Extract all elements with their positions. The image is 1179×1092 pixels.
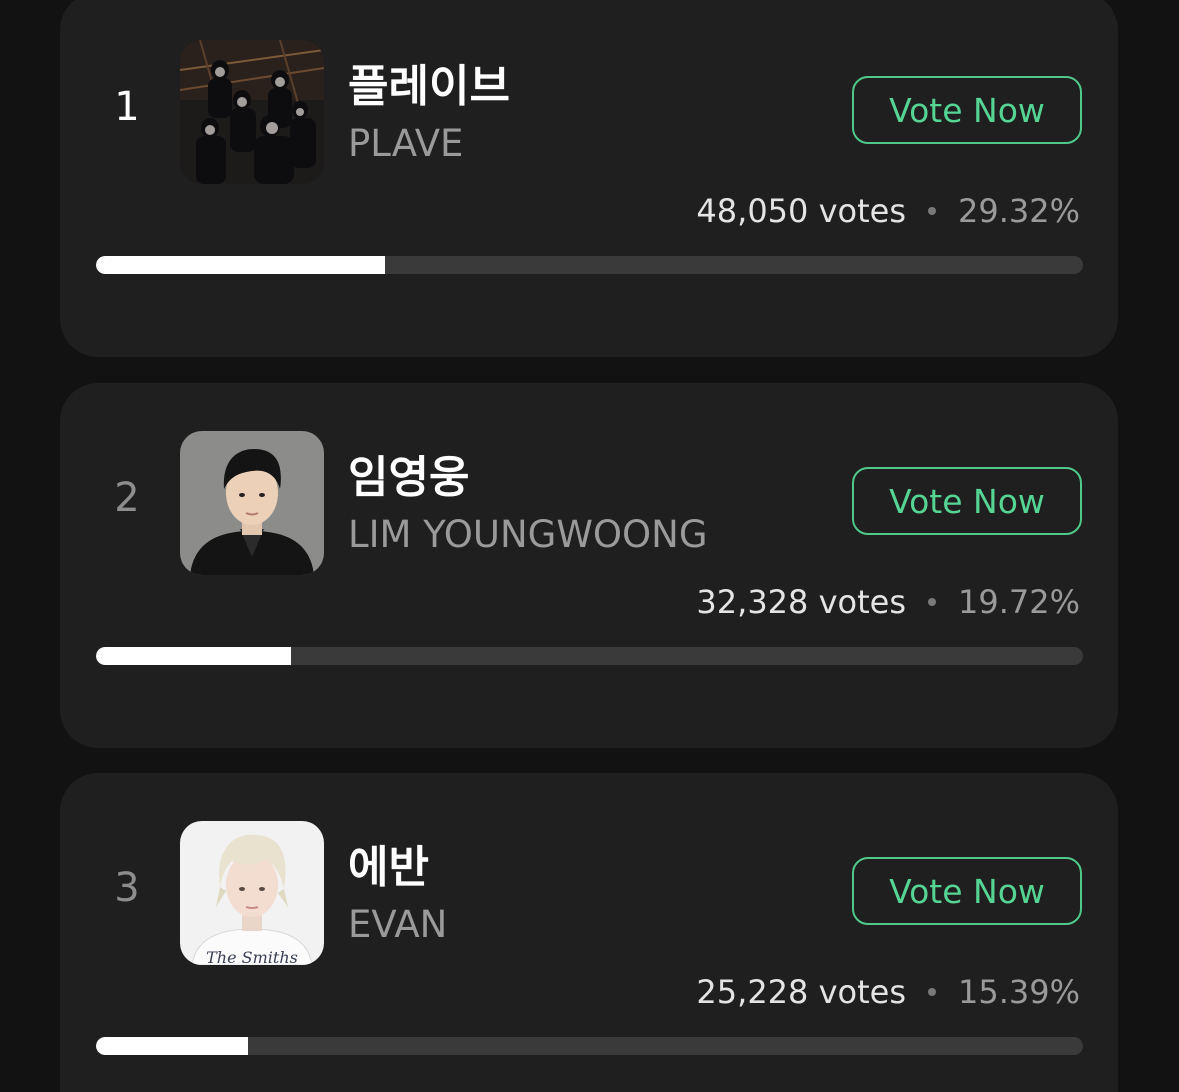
artist-photo bbox=[180, 40, 324, 184]
group-photo-image bbox=[180, 40, 324, 184]
vote-count: 48,050 votes bbox=[696, 192, 906, 230]
artist-name-english: PLAVE bbox=[348, 122, 464, 165]
vote-stats: 25,228 votes 15.39% bbox=[696, 973, 1080, 1011]
portrait-photo-image: The Smiths bbox=[180, 821, 324, 965]
artist-name-korean: 에반 bbox=[348, 842, 429, 893]
vote-progress-fill bbox=[96, 647, 291, 665]
vote-percentage: 19.72% bbox=[957, 583, 1080, 621]
vote-progress-bar bbox=[96, 256, 1083, 274]
ranking-list: 1 플레이브 PLAVE Vote Now 48,050 votes 29.32… bbox=[0, 0, 1179, 1092]
artist-name-korean: 플레이브 bbox=[348, 61, 510, 112]
ranking-card: 2 임영웅 LIM YOUNGWOONG Vote Now 32,328 vot… bbox=[60, 383, 1118, 748]
portrait-photo-image bbox=[180, 431, 324, 575]
vote-progress-fill bbox=[96, 1037, 248, 1055]
artist-name-english: EVAN bbox=[348, 903, 448, 946]
vote-stats: 48,050 votes 29.32% bbox=[696, 192, 1080, 230]
artist-name-english: LIM YOUNGWOONG bbox=[348, 513, 708, 556]
vote-stats: 32,328 votes 19.72% bbox=[696, 583, 1080, 621]
vote-percentage: 15.39% bbox=[957, 973, 1080, 1011]
rank-number: 2 bbox=[114, 475, 140, 521]
separator-dot bbox=[927, 207, 936, 215]
artist-photo bbox=[180, 431, 324, 575]
separator-dot bbox=[927, 988, 936, 996]
ranking-card: 3 The Smiths 에반 EVAN Vote Now 25,228 vot… bbox=[60, 773, 1118, 1092]
rank-number: 1 bbox=[114, 84, 140, 130]
artist-name-korean: 임영웅 bbox=[348, 452, 470, 503]
separator-dot bbox=[927, 598, 936, 606]
vote-count: 25,228 votes bbox=[696, 973, 906, 1011]
shirt-text: The Smiths bbox=[206, 948, 298, 965]
vote-now-button[interactable]: Vote Now bbox=[852, 857, 1082, 925]
vote-progress-bar bbox=[96, 1037, 1083, 1055]
rank-number: 3 bbox=[114, 865, 140, 911]
vote-progress-fill bbox=[96, 256, 386, 274]
vote-count: 32,328 votes bbox=[696, 583, 906, 621]
vote-now-button[interactable]: Vote Now bbox=[852, 76, 1082, 144]
vote-progress-bar bbox=[96, 647, 1083, 665]
vote-percentage: 29.32% bbox=[957, 192, 1080, 230]
artist-photo: The Smiths bbox=[180, 821, 324, 965]
ranking-card: 1 플레이브 PLAVE Vote Now 48,050 votes 29.32… bbox=[60, 0, 1118, 357]
vote-now-button[interactable]: Vote Now bbox=[852, 467, 1082, 535]
